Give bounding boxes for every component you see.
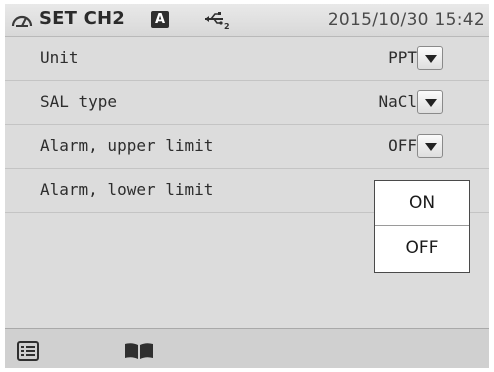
- setting-value: PPT: [388, 48, 417, 67]
- page-title: SET CH2: [39, 8, 126, 29]
- setting-row-unit[interactable]: Unit PPT: [5, 37, 489, 81]
- option-on[interactable]: ON: [375, 181, 469, 226]
- setting-value: OFF: [388, 136, 417, 155]
- dropdown-button[interactable]: [417, 90, 443, 114]
- dropdown-button[interactable]: [417, 134, 443, 158]
- usb-icon: 2: [205, 12, 230, 30]
- datetime: 2015/10/30 15:42: [327, 10, 485, 30]
- list-icon[interactable]: [17, 341, 39, 361]
- setting-label: SAL type: [40, 92, 118, 111]
- footer-bar: [5, 328, 489, 368]
- mode-badge: A: [151, 11, 169, 28]
- setting-value: NaCl: [378, 92, 417, 111]
- gauge-icon: [11, 15, 33, 27]
- dropdown-popup: ON OFF: [374, 180, 470, 273]
- device-screen: SET CH2 A 2 2015/10/30 15:42 Unit PPT SA…: [5, 4, 489, 368]
- setting-row-alarm-upper[interactable]: Alarm, upper limit OFF: [5, 125, 489, 169]
- setting-label: Alarm, upper limit: [40, 136, 214, 155]
- setting-label: Alarm, lower limit: [40, 180, 214, 199]
- usb-badge: 2: [224, 22, 230, 30]
- chevron-down-icon: [425, 99, 437, 107]
- setting-label: Unit: [40, 48, 79, 67]
- chevron-down-icon: [425, 143, 437, 151]
- dropdown-button[interactable]: [417, 46, 443, 70]
- chevron-down-icon: [425, 55, 437, 63]
- option-off[interactable]: OFF: [375, 226, 469, 270]
- setting-row-sal-type[interactable]: SAL type NaCl: [5, 81, 489, 125]
- book-icon[interactable]: [123, 342, 155, 360]
- header-bar: SET CH2 A 2 2015/10/30 15:42: [5, 4, 489, 37]
